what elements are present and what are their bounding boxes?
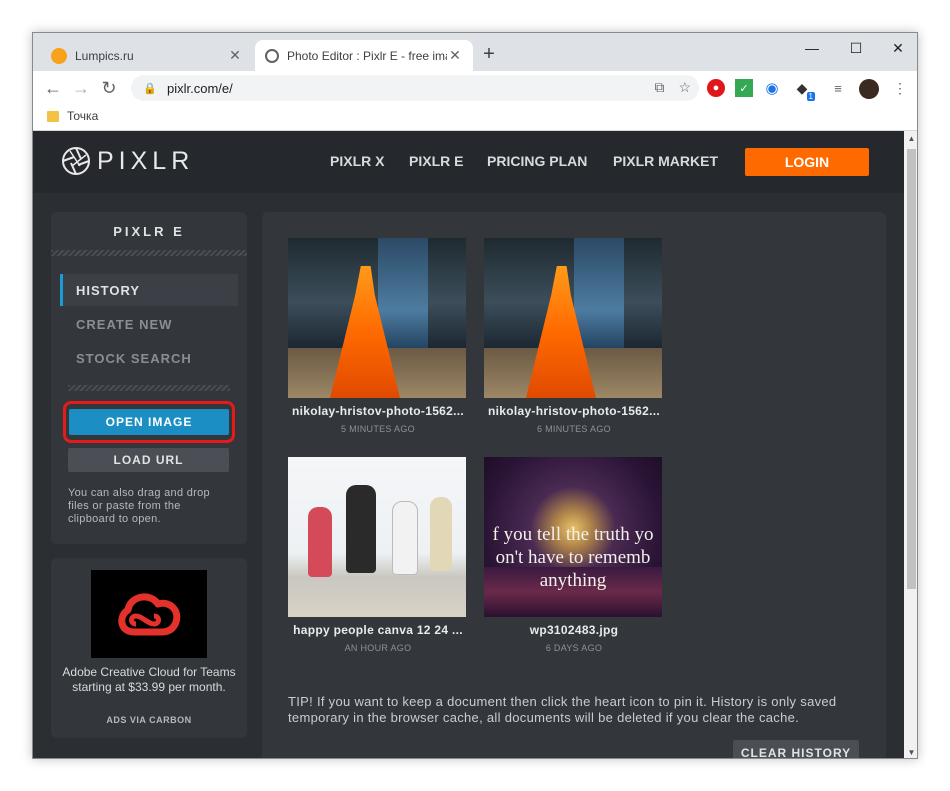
pixlr-logo[interactable]: PIXLR: [61, 146, 194, 176]
folder-icon: [47, 110, 59, 122]
lumpics-favicon-icon: [51, 47, 67, 64]
address-bar[interactable]: 🔒 pixlr.com/e/ ⧉ ☆: [131, 75, 699, 101]
item-name: nikolay-hristov-photo-1562...: [487, 404, 661, 418]
overlay-line: on't have to rememb: [495, 547, 651, 568]
ad-panel[interactable]: Adobe Creative Cloud for Teams starting …: [51, 558, 247, 738]
ads-via-carbon[interactable]: ADS VIA CARBON: [51, 715, 247, 725]
tip-text: TIP! If you want to keep a document then…: [288, 694, 837, 725]
sidebar: PIXLR E HISTORY CREATE NEW STOCK SEARCH …: [51, 212, 247, 544]
item-name: wp3102483.jpg: [529, 623, 619, 637]
sidebar-item-stock-search[interactable]: STOCK SEARCH: [60, 342, 238, 374]
divider: [68, 385, 230, 391]
overlay-line: f you tell the truth yo: [492, 524, 654, 545]
history-panel: nikolay-hristov-photo-1562... 5 MINUTES …: [262, 212, 886, 758]
nav-pricing-plan[interactable]: PRICING PLAN: [487, 153, 587, 169]
sidebar-title: PIXLR E: [113, 224, 185, 239]
divider: [51, 250, 247, 256]
close-tab-icon[interactable]: ✕: [227, 47, 243, 64]
item-time: 5 MINUTES AGO: [341, 424, 415, 434]
playlist-icon[interactable]: ≡: [829, 79, 847, 97]
pixlr-favicon-icon: [265, 48, 279, 63]
thumbnail-image[interactable]: f you tell the truth yo on't have to rem…: [484, 457, 662, 617]
scrollbar-thumb[interactable]: [907, 149, 916, 589]
item-time: 6 MINUTES AGO: [537, 424, 611, 434]
tab-strip: Lumpics.ru ✕ Photo Editor : Pixlr E - fr…: [33, 33, 917, 71]
scroll-down-icon[interactable]: ▼: [904, 745, 917, 758]
address-text: pixlr.com/e/: [167, 80, 233, 96]
history-item[interactable]: nikolay-hristov-photo-1562... 6 MINUTES …: [484, 238, 664, 434]
history-item[interactable]: happy people canva 12 24 ... AN HOUR AGO: [288, 457, 468, 653]
item-time: AN HOUR AGO: [344, 643, 412, 653]
ad-text[interactable]: Adobe Creative Cloud for Teams starting …: [61, 665, 237, 695]
pixlr-header: PIXLR PIXLR X PIXLR E PRICING PLAN PIXLR…: [33, 131, 904, 193]
new-tab-icon[interactable]: +: [477, 43, 501, 67]
page-scrollbar[interactable]: ▲ ▼: [904, 131, 917, 758]
adblock-extension-icon[interactable]: ●: [707, 79, 725, 97]
person-shape: [346, 485, 376, 573]
creative-cloud-icon: [118, 593, 181, 636]
reload-icon[interactable]: ↻: [97, 76, 121, 100]
translate-icon[interactable]: ⧉: [654, 79, 664, 96]
tab-title: Photo Editor : Pixlr E - free image: [287, 48, 447, 63]
open-image-button[interactable]: OPEN IMAGE: [69, 409, 229, 435]
logo-text: PIXLR: [97, 146, 195, 175]
extension-badge: 1: [806, 92, 815, 101]
avatar[interactable]: [859, 79, 879, 99]
bookmark-star-icon[interactable]: ☆: [678, 79, 691, 96]
sidebar-item-create-new[interactable]: CREATE NEW: [60, 308, 238, 340]
clear-history-button[interactable]: CLEAR HISTORY: [733, 740, 859, 758]
browser-window: Lumpics.ru ✕ Photo Editor : Pixlr E - fr…: [32, 32, 918, 759]
menu-icon[interactable]: ⋮: [891, 79, 909, 97]
tab-pixlr[interactable]: Photo Editor : Pixlr E - free image ✕: [255, 40, 473, 71]
thumbnail-image[interactable]: [288, 238, 466, 398]
box-extension-icon[interactable]: ◆ 1: [793, 79, 815, 101]
page-viewport: PIXLR PIXLR X PIXLR E PRICING PLAN PIXLR…: [33, 131, 917, 758]
forward-icon[interactable]: →: [69, 76, 93, 100]
overlay-line: anything: [539, 570, 607, 591]
ad-image[interactable]: [91, 570, 207, 658]
tab-title: Lumpics.ru: [75, 48, 134, 63]
person-shape: [392, 501, 418, 575]
history-item[interactable]: f you tell the truth yo on't have to rem…: [484, 457, 664, 653]
login-button[interactable]: LOGIN: [745, 148, 869, 176]
person-shape: [308, 507, 332, 577]
nav-pixlr-x[interactable]: PIXLR X: [330, 153, 384, 169]
close-window-icon[interactable]: ✕: [875, 33, 917, 63]
bookmark-label: Точка: [67, 109, 99, 123]
globe-extension-icon[interactable]: ◉: [763, 79, 781, 97]
thumbnail-image[interactable]: [288, 457, 466, 617]
lock-icon: 🔒: [143, 82, 157, 95]
minimize-icon[interactable]: —: [789, 33, 835, 63]
checkmark-extension-icon[interactable]: ✓: [735, 79, 753, 97]
item-time: 6 DAYS AGO: [545, 643, 603, 653]
aperture-icon: [62, 147, 90, 175]
close-tab-icon[interactable]: ✕: [447, 47, 463, 64]
nav-pixlr-e[interactable]: PIXLR E: [409, 153, 463, 169]
person-shape: [430, 497, 452, 571]
load-url-button[interactable]: LOAD URL: [68, 448, 229, 472]
overlay-text: f you tell the truth yo on't have to rem…: [484, 523, 662, 592]
item-name: happy people canva 12 24 ...: [293, 623, 463, 637]
item-name: nikolay-hristov-photo-1562...: [291, 404, 465, 418]
drag-drop-note: You can also drag and drop files or past…: [68, 487, 210, 525]
sidebar-item-history[interactable]: HISTORY: [60, 274, 238, 306]
back-icon[interactable]: ←: [41, 76, 65, 100]
browser-toolbar: ← → ↻ 🔒 pixlr.com/e/ ⧉ ☆ ● ✓ ◉ ◆ 1 ≡ ⋮: [33, 71, 917, 105]
thumbnail-image[interactable]: [484, 238, 662, 398]
history-item[interactable]: nikolay-hristov-photo-1562... 5 MINUTES …: [288, 238, 468, 434]
bookmark-item[interactable]: Точка: [47, 109, 98, 123]
nav-pixlr-market[interactable]: PIXLR MARKET: [613, 153, 718, 169]
tab-lumpics[interactable]: Lumpics.ru ✕: [41, 40, 253, 71]
maximize-icon[interactable]: ☐: [833, 33, 879, 63]
scroll-up-icon[interactable]: ▲: [904, 131, 917, 146]
bookmarks-bar: Точка: [33, 105, 917, 131]
